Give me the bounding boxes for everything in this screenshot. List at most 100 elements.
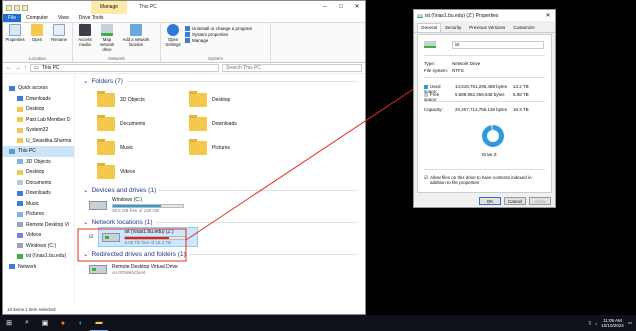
map-network-drive-button[interactable]: Map network drive	[97, 24, 117, 52]
drive-name-field[interactable]: ist	[452, 41, 544, 49]
cube-icon	[17, 159, 23, 165]
volume-icon[interactable]: ♪	[595, 321, 597, 326]
nav-item-label: Desktop	[26, 106, 45, 113]
folder-item[interactable]: Pictures	[189, 136, 281, 160]
nav-item[interactable]: Videos	[3, 230, 74, 241]
maximize-button[interactable]: □	[333, 1, 349, 14]
capacity-label: Capacity:	[424, 107, 443, 112]
nav-item[interactable]: Windows (C:)	[3, 241, 74, 252]
manage-button[interactable]: Manage	[185, 38, 252, 43]
nav-item[interactable]: 3D Objects	[3, 157, 74, 168]
open-settings-button[interactable]: Open Settings	[163, 24, 183, 47]
up-arrow-icon[interactable]: ↑	[24, 65, 27, 71]
search-icon[interactable]: ⌕	[18, 315, 36, 331]
forward-arrow-icon[interactable]: →	[15, 65, 21, 71]
folder-item[interactable]: Videos	[97, 160, 189, 184]
folder-item[interactable]: Downloads	[189, 112, 281, 136]
network-drive-z[interactable]: ☑ ist (\\nas1.bu.edu) (Z:) 5.08 TB free …	[89, 226, 365, 248]
quick-access-icon[interactable]	[6, 4, 12, 11]
uninstall-program-button[interactable]: Uninstall or change a program	[185, 26, 252, 31]
network-drive-icon	[17, 253, 23, 259]
manage-tab[interactable]: Manage	[91, 1, 127, 14]
rename-button[interactable]: Rename	[49, 24, 69, 42]
notification-icon[interactable]: ▭	[628, 320, 632, 326]
windows-start-icon[interactable]: ⊞	[0, 315, 18, 331]
nav-item[interactable]: System32	[3, 125, 74, 136]
edge-icon[interactable]: ◐	[72, 315, 90, 331]
folder-item[interactable]: Desktop	[189, 88, 281, 112]
nav-item[interactable]: This PC	[3, 146, 74, 157]
nav-item[interactable]: Pictures	[3, 209, 74, 220]
properties-button[interactable]: Properties	[5, 24, 25, 42]
general-pane: ist Type: Network Drive File system: NTFS …	[417, 34, 552, 193]
tab-customize[interactable]: Customize	[509, 23, 538, 32]
tab-general[interactable]: General	[417, 23, 442, 32]
tab-security[interactable]: Security	[441, 23, 465, 32]
network-drive-selected[interactable]: ist (\\nas1.bu.edu) (Z:) 5.08 TB free of…	[98, 227, 199, 247]
nav-item[interactable]: Music	[3, 199, 74, 210]
folder-item[interactable]: Music	[97, 136, 189, 160]
video-icon	[17, 232, 23, 238]
close-button[interactable]: ✕	[349, 1, 365, 14]
system-properties-button[interactable]: System properties	[185, 32, 252, 37]
nav-item[interactable]: Past Lab Member D	[3, 115, 74, 126]
tab-view[interactable]: View	[53, 14, 74, 22]
remote-desktop-drive[interactable]: Remote Desktop Virtual Drive on RDWebCli…	[89, 258, 365, 280]
checkbox-icon[interactable]: ☑	[89, 234, 93, 240]
nav-item[interactable]: Network	[3, 262, 74, 273]
nav-item[interactable]: Documents	[3, 178, 74, 189]
apply-button[interactable]: Apply	[529, 197, 551, 205]
network-locations-header[interactable]: ⌄ Network locations (1)	[83, 218, 365, 227]
close-icon[interactable]: ✕	[541, 12, 555, 19]
nav-item[interactable]: Desktop	[3, 167, 74, 178]
access-media-button[interactable]: Access media	[75, 24, 95, 47]
pc-icon: ▭	[34, 64, 39, 71]
task-view-icon[interactable]: ▣	[36, 315, 54, 331]
windows-drive[interactable]: Windows (C:) 39.6 GB free of 126 GB	[89, 194, 365, 216]
add-network-location-button[interactable]: Add a network location	[119, 24, 153, 47]
tab-previous-versions[interactable]: Previous Versions	[465, 23, 509, 32]
folder-icon	[97, 115, 115, 131]
minimize-button[interactable]: –	[317, 1, 333, 14]
file-explorer-icon[interactable]: ▬	[90, 315, 108, 331]
nav-item[interactable]: Desktop	[3, 104, 74, 115]
folder-item[interactable]: Documents	[97, 112, 189, 136]
devices-header[interactable]: ⌄ Devices and drives (1)	[83, 186, 365, 195]
navigation-pane: Quick access Downloads Desktop Past Lab Mem…	[3, 75, 75, 306]
nav-item[interactable]: U_Swastika.Sharma	[3, 136, 74, 147]
folder-item[interactable]: 3D Objects	[97, 88, 189, 112]
back-arrow-icon[interactable]: ←	[6, 65, 12, 71]
network-tray-icon[interactable]: ▯	[588, 320, 590, 326]
open-button[interactable]: Open	[27, 24, 47, 42]
search-input[interactable]: Search This PC	[222, 64, 362, 72]
folders-header[interactable]: ⌄ Folders (7)	[83, 77, 365, 86]
tab-file[interactable]: File	[3, 14, 22, 22]
folder-icon	[17, 169, 23, 175]
redirected-header[interactable]: ⌄ Redirected drives and folders (1)	[83, 250, 365, 259]
folder-label: Music	[120, 145, 134, 151]
nav-item[interactable]: Downloads	[3, 94, 74, 105]
nav-item-label: Network	[18, 263, 37, 270]
cancel-button[interactable]: Cancel	[504, 197, 526, 205]
ok-button[interactable]: OK	[479, 197, 501, 205]
clock[interactable]: 11:09 AM 10/10/2024	[601, 318, 624, 329]
nav-item[interactable]: Remote Desktop Vi	[3, 220, 74, 231]
tab-computer[interactable]: Computer	[21, 14, 53, 22]
document-icon	[17, 180, 23, 186]
nav-item-label: Windows (C:)	[26, 242, 57, 249]
address-bar[interactable]: ▭ This PC	[30, 64, 219, 72]
properties-quick-icon[interactable]	[14, 4, 20, 11]
nav-item[interactable]: ist (\\nas1.bu.edu)	[3, 251, 74, 262]
download-icon	[17, 96, 23, 102]
nav-item[interactable]: Quick access	[3, 83, 74, 94]
firefox-icon[interactable]: ●	[54, 315, 72, 331]
drive-name: Windows (C:)	[112, 197, 143, 203]
tab-drive-tools[interactable]: Drive Tools	[74, 14, 109, 22]
new-folder-quick-icon[interactable]	[22, 4, 28, 11]
allow-index-checkbox[interactable]: ☑ Allow files on this drive to have conte…	[424, 175, 544, 185]
drive-icon	[17, 243, 23, 249]
drive-large-icon	[424, 41, 452, 49]
nav-item[interactable]: Downloads	[3, 188, 74, 199]
file-explorer-window: Manage This PC – □ ✕ File Computer View Dr…	[2, 0, 366, 315]
properties-icon	[9, 24, 21, 36]
